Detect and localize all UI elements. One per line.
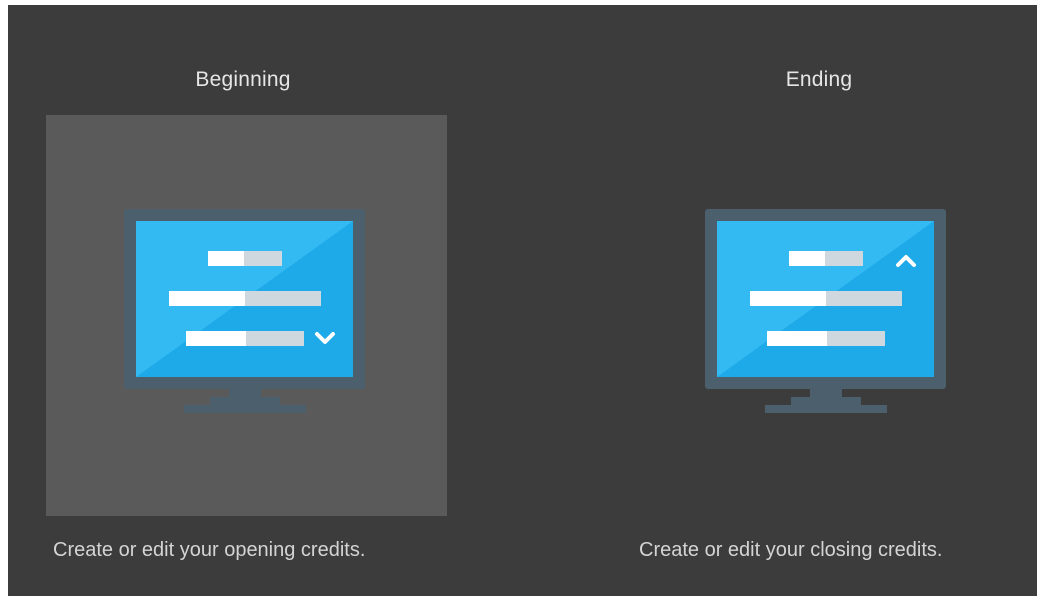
option-title-beginning: Beginning xyxy=(195,68,291,91)
ending-tile[interactable] xyxy=(627,115,1028,516)
beginning-tile[interactable] xyxy=(46,115,447,516)
option-title-ending: Ending xyxy=(785,68,853,91)
option-ending[interactable]: Ending Create or edit your closing credi… xyxy=(567,5,1037,596)
option-description-ending: Create or edit your closing credits. xyxy=(639,539,943,561)
monitor-credits-scroll-up-icon xyxy=(705,209,946,413)
option-description-beginning: Create or edit your opening credits. xyxy=(53,539,366,561)
monitor-credits-scroll-down-icon xyxy=(124,209,365,413)
credits-chooser-panel: Beginning Create or edit your opening cr… xyxy=(8,5,1037,596)
option-beginning[interactable]: Beginning Create or edit your opening cr… xyxy=(8,5,478,596)
